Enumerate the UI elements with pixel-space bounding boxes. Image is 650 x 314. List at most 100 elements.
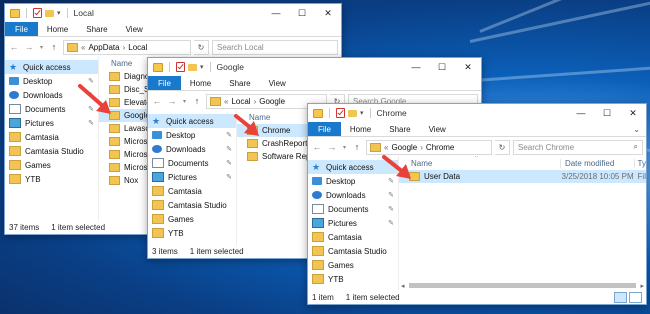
- sidebar-item-pictures[interactable]: Pictures ✎: [5, 116, 98, 130]
- large-icons-view-icon[interactable]: [629, 292, 642, 303]
- scroll-left-icon[interactable]: ◂: [401, 282, 405, 290]
- recent-locations-icon[interactable]: ▾: [341, 140, 348, 154]
- expand-ribbon-icon[interactable]: ⌄: [633, 122, 646, 136]
- scroll-right-icon[interactable]: ▸: [640, 282, 644, 290]
- minimize-button[interactable]: —: [263, 4, 289, 22]
- tab-file[interactable]: File: [5, 22, 38, 36]
- sidebar-item-desktop[interactable]: Desktop ✎: [308, 174, 398, 188]
- overflow-chevron-icon[interactable]: «: [384, 143, 388, 152]
- up-arrow-icon[interactable]: ↑: [351, 140, 363, 154]
- up-arrow-icon[interactable]: ↑: [191, 94, 203, 108]
- tab-share[interactable]: Share: [380, 122, 419, 136]
- sidebar-item-games[interactable]: Games: [5, 158, 98, 172]
- up-arrow-icon[interactable]: ↑: [48, 40, 60, 54]
- tab-file[interactable]: File: [148, 76, 181, 90]
- maximize-button[interactable]: ☐: [594, 104, 620, 122]
- forward-arrow-icon[interactable]: →: [166, 94, 178, 108]
- maximize-button[interactable]: ☐: [289, 4, 315, 22]
- maximize-button[interactable]: ☐: [429, 58, 455, 76]
- explorer-window-chrome[interactable]: ▾ Chrome — ☐ ✕ File Home Share View ⌄ ← …: [307, 103, 647, 305]
- tab-share[interactable]: Share: [77, 22, 116, 36]
- tab-home[interactable]: Home: [181, 76, 220, 90]
- sidebar-item-downloads[interactable]: Downloads ✎: [308, 188, 398, 202]
- scrollbar-thumb[interactable]: [408, 283, 637, 288]
- recent-locations-icon[interactable]: ▾: [38, 40, 45, 54]
- breadcrumb-segment[interactable]: Google: [391, 143, 417, 152]
- sidebar-item-camtasia-studio[interactable]: Camtasia Studio: [5, 144, 98, 158]
- new-folder-icon[interactable]: [348, 109, 357, 117]
- sidebar-item-ytb[interactable]: YTB: [308, 272, 398, 286]
- chevron-right-icon[interactable]: ›: [123, 43, 126, 52]
- tab-share[interactable]: Share: [220, 76, 259, 90]
- sidebar-item-camtasia[interactable]: Camtasia: [5, 130, 98, 144]
- close-button[interactable]: ✕: [455, 58, 481, 76]
- forward-arrow-icon[interactable]: →: [23, 40, 35, 54]
- new-folder-icon[interactable]: [45, 9, 54, 17]
- title-bar[interactable]: ▾ Chrome — ☐ ✕: [308, 104, 646, 122]
- chevron-right-icon[interactable]: ›: [254, 97, 257, 106]
- tab-view[interactable]: View: [420, 122, 455, 136]
- close-button[interactable]: ✕: [620, 104, 646, 122]
- sidebar-item-games[interactable]: Games: [148, 212, 236, 226]
- sidebar-item-quick-access[interactable]: ★ Quick access: [148, 114, 236, 128]
- column-header-date-modified[interactable]: Date modified: [559, 158, 634, 168]
- sidebar-item-pictures[interactable]: Pictures ✎: [148, 170, 236, 184]
- title-bar[interactable]: ▾ Local — ☐ ✕: [5, 4, 341, 22]
- tab-file[interactable]: File: [308, 122, 341, 136]
- back-arrow-icon[interactable]: ←: [151, 94, 163, 108]
- list-item[interactable]: User Data 3/25/2018 10:05 PM Fil: [399, 170, 646, 183]
- title-bar[interactable]: ▾ Google — ☐ ✕: [148, 58, 481, 76]
- forward-arrow-icon[interactable]: →: [326, 140, 338, 154]
- sidebar-item-documents[interactable]: Documents ✎: [148, 156, 236, 170]
- column-header-name[interactable]: Name: [399, 159, 560, 168]
- tab-home[interactable]: Home: [38, 22, 77, 36]
- properties-icon[interactable]: [336, 108, 345, 118]
- tab-home[interactable]: Home: [341, 122, 380, 136]
- overflow-chevron-icon[interactable]: «: [81, 43, 85, 52]
- refresh-icon[interactable]: ↻: [194, 39, 209, 55]
- sidebar-item-ytb[interactable]: YTB: [5, 172, 98, 186]
- sidebar-item-camtasia[interactable]: Camtasia: [148, 184, 236, 198]
- sidebar-item-ytb[interactable]: YTB: [148, 226, 236, 240]
- customize-quick-access-icon[interactable]: ▾: [57, 9, 61, 17]
- new-folder-icon[interactable]: [188, 63, 197, 71]
- back-arrow-icon[interactable]: ←: [8, 40, 20, 54]
- sidebar-item-downloads[interactable]: Downloads ✎: [148, 142, 236, 156]
- properties-icon[interactable]: [33, 8, 42, 18]
- sidebar-item-desktop[interactable]: Desktop ✎: [148, 128, 236, 142]
- chevron-right-icon[interactable]: ›: [420, 143, 423, 152]
- breadcrumb-segment[interactable]: AppData: [88, 43, 119, 52]
- back-arrow-icon[interactable]: ←: [311, 140, 323, 154]
- breadcrumb-segment[interactable]: Chrome: [426, 143, 454, 152]
- details-view-icon[interactable]: [614, 292, 627, 303]
- search-input[interactable]: Search Chrome ⌕: [513, 139, 643, 155]
- minimize-button[interactable]: —: [403, 58, 429, 76]
- sidebar-item-games[interactable]: Games: [308, 258, 398, 272]
- sidebar-item-documents[interactable]: Documents ✎: [308, 202, 398, 216]
- sidebar-item-documents[interactable]: Documents ✎: [5, 102, 98, 116]
- breadcrumb-segment[interactable]: Google: [259, 97, 285, 106]
- sidebar-item-pictures[interactable]: Pictures ✎: [308, 216, 398, 230]
- refresh-icon[interactable]: ↻: [495, 139, 510, 155]
- tab-view[interactable]: View: [117, 22, 152, 36]
- properties-icon[interactable]: [176, 62, 185, 72]
- customize-quick-access-icon[interactable]: ▾: [360, 109, 364, 117]
- breadcrumb-segment[interactable]: Local: [231, 97, 250, 106]
- customize-quick-access-icon[interactable]: ▾: [200, 63, 204, 71]
- sidebar-item-quick-access[interactable]: ★ Quick access: [5, 60, 98, 74]
- overflow-chevron-icon[interactable]: «: [224, 97, 228, 106]
- breadcrumb-segment[interactable]: Local: [128, 43, 147, 52]
- search-input[interactable]: Search Local: [212, 39, 338, 55]
- recent-locations-icon[interactable]: ▾: [181, 94, 188, 108]
- tab-view[interactable]: View: [260, 76, 295, 90]
- address-bar[interactable]: « Google › Chrome: [366, 139, 492, 155]
- sidebar-item-camtasia[interactable]: Camtasia: [308, 230, 398, 244]
- sidebar-item-downloads[interactable]: Downloads ✎: [5, 88, 98, 102]
- close-button[interactable]: ✕: [315, 4, 341, 22]
- sidebar-item-camtasia-studio[interactable]: Camtasia Studio: [148, 198, 236, 212]
- sidebar-item-camtasia-studio[interactable]: Camtasia Studio: [308, 244, 398, 258]
- address-bar[interactable]: « AppData › Local: [63, 39, 191, 55]
- sidebar-item-desktop[interactable]: Desktop ✎: [5, 74, 98, 88]
- minimize-button[interactable]: —: [568, 104, 594, 122]
- horizontal-scrollbar[interactable]: ◂ ▸: [399, 281, 646, 290]
